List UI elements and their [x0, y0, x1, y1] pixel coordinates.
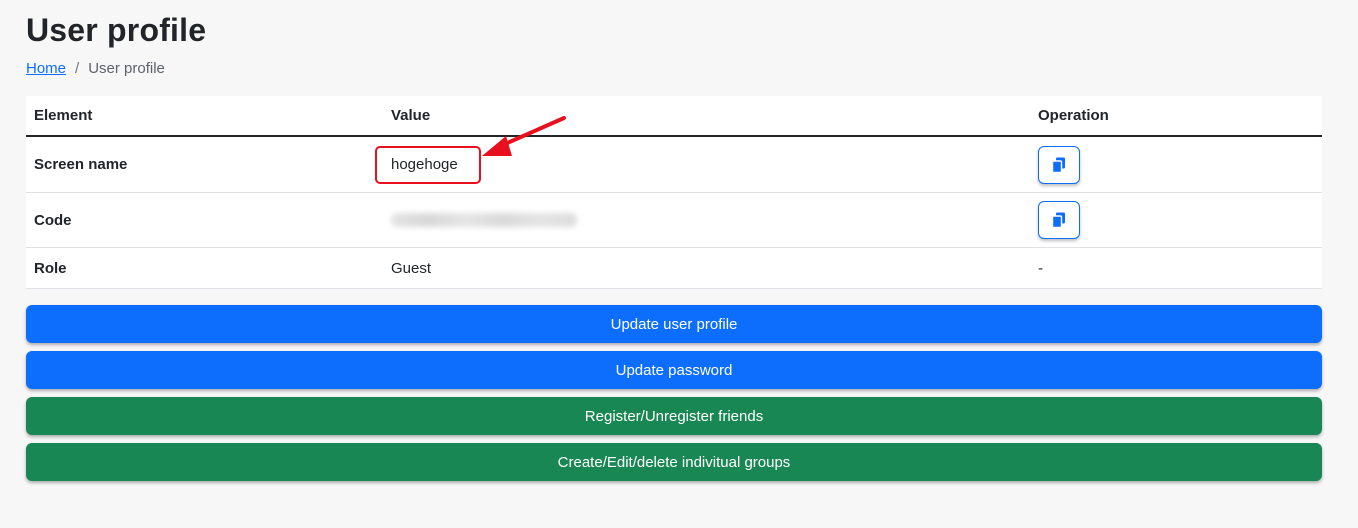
screen-name-value: hogehoge	[391, 156, 458, 173]
copy-icon	[1051, 212, 1065, 229]
update-password-button[interactable]: Update password	[26, 351, 1322, 389]
blurred-code-value	[391, 213, 577, 227]
header-value: Value	[391, 107, 431, 124]
breadcrumb-separator: /	[75, 60, 80, 77]
update-user-profile-button[interactable]: Update user profile	[26, 305, 1322, 343]
row-value-role: Guest	[391, 259, 432, 277]
row-operation-screen-name	[1038, 137, 1318, 192]
table-row-screen-name: Screen name hogehoge	[26, 137, 1322, 193]
header-operation: Operation	[1038, 107, 1109, 124]
table-row-role: Role Guest -	[26, 248, 1322, 289]
row-value-cell-screen-name: hogehoge	[391, 137, 1031, 192]
copy-icon	[1051, 157, 1065, 173]
breadcrumb: Home / User profile	[26, 60, 165, 77]
copy-code-button[interactable]	[1038, 201, 1080, 239]
row-operation-role: -	[1038, 259, 1043, 277]
row-label-code: Code	[34, 211, 72, 229]
breadcrumb-current: User profile	[88, 60, 165, 77]
row-label-screen-name: Screen name	[34, 156, 128, 173]
table-header-row: Element Value Operation	[26, 96, 1322, 137]
page-title: User profile	[26, 12, 207, 48]
breadcrumb-home-link[interactable]: Home	[26, 60, 66, 77]
row-operation-code	[1038, 193, 1318, 247]
table-row-code: Code	[26, 193, 1322, 248]
header-element: Element	[34, 107, 93, 124]
row-label-role: Role	[34, 259, 67, 277]
profile-table: Element Value Operation Screen name hoge…	[26, 96, 1322, 289]
copy-screen-name-button[interactable]	[1038, 145, 1080, 184]
register-friends-button[interactable]: Register/Unregister friends	[26, 397, 1322, 435]
row-value-cell-code	[391, 193, 1031, 247]
manage-groups-button[interactable]: Create/Edit/delete indivitual groups	[26, 443, 1322, 481]
